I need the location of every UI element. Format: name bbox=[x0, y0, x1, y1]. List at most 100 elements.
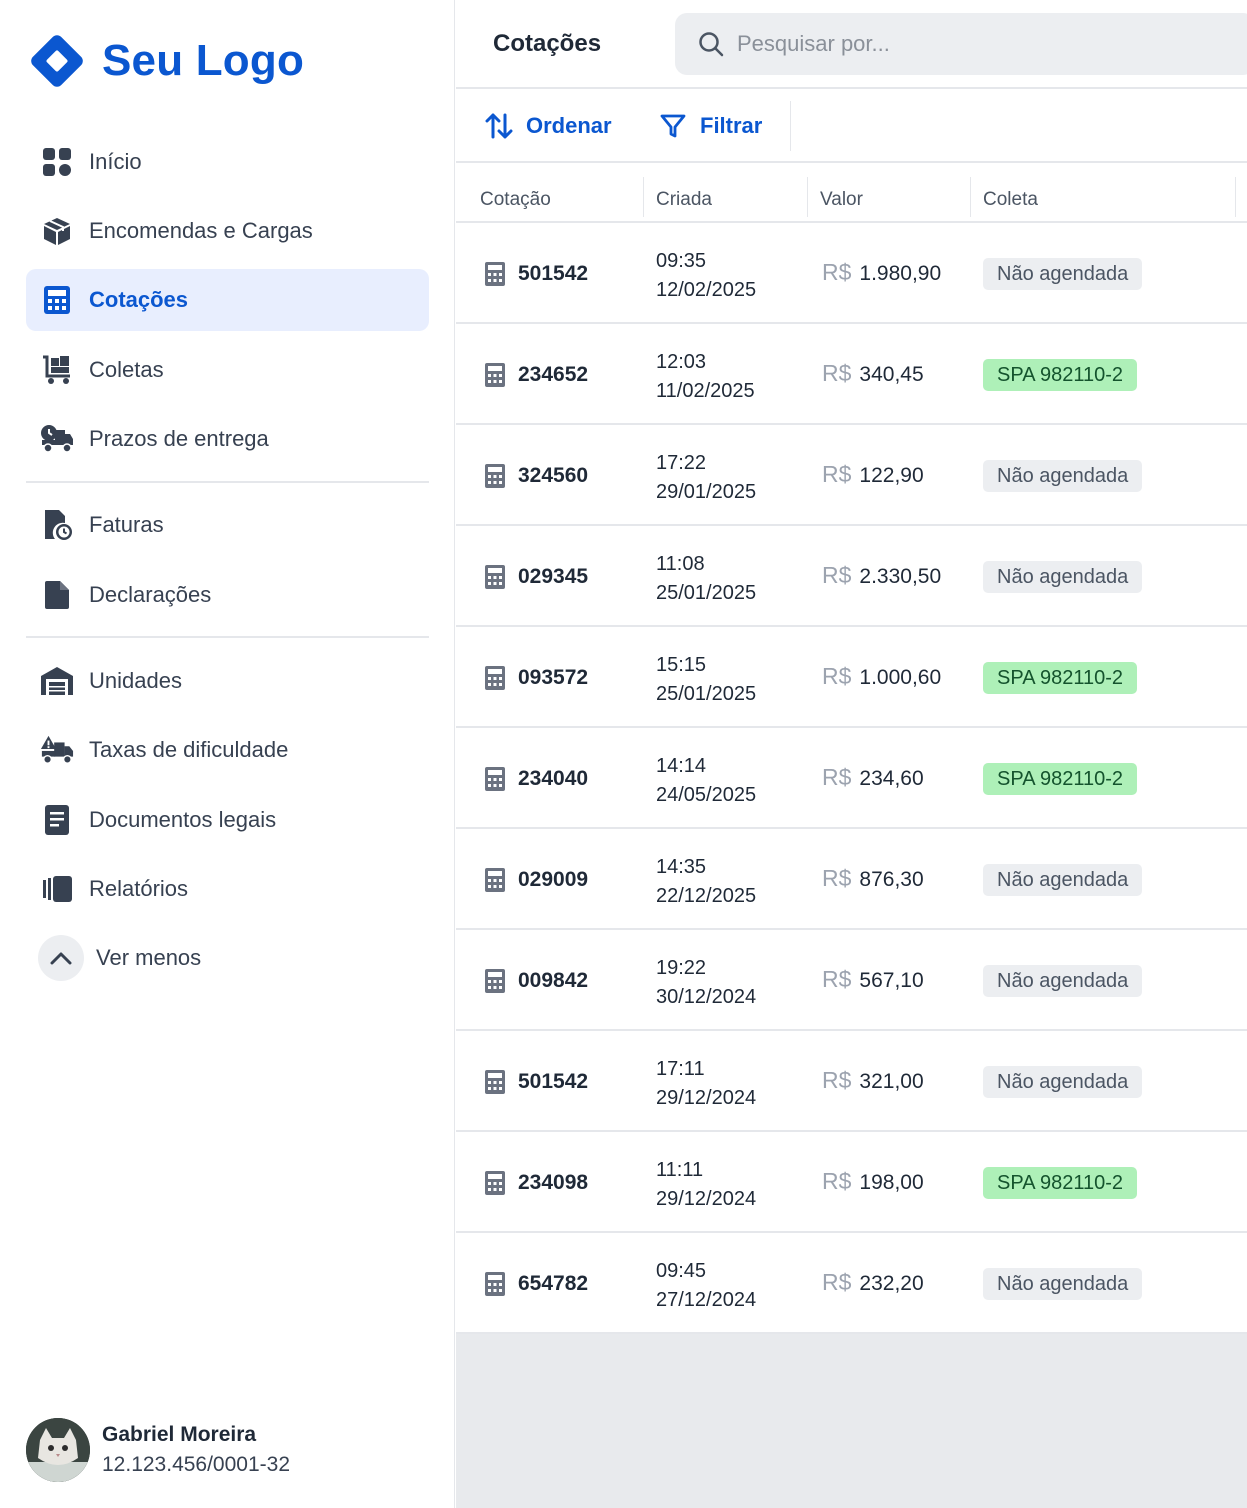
table-row[interactable]: 234040 14:14 24/05/2025 R$ 234,60 SPA 98… bbox=[456, 728, 1247, 829]
value-cell: R$ 1.000,60 bbox=[822, 663, 941, 690]
legal-document-icon bbox=[40, 803, 74, 837]
table-row[interactable]: 324560 17:22 29/01/2025 R$ 122,90 Não ag… bbox=[456, 425, 1247, 526]
quote-id-cell: 324560 bbox=[484, 463, 588, 489]
quote-id[interactable]: 654782 bbox=[518, 1272, 588, 1296]
value-cell: R$ 1.980,90 bbox=[822, 259, 941, 286]
quote-id-cell: 654782 bbox=[484, 1271, 588, 1297]
column-header-cotacao[interactable]: Cotação bbox=[480, 189, 551, 211]
quote-id[interactable]: 501542 bbox=[518, 1070, 588, 1094]
sidebar-item-declaracoes[interactable]: Declarações bbox=[26, 564, 429, 626]
sidebar-item-label: Coletas bbox=[89, 357, 164, 382]
user-profile[interactable]: Gabriel Moreira 12.123.456/0001-32 bbox=[26, 1418, 290, 1482]
sidebar-item-taxas[interactable]: Taxas de dificuldade bbox=[26, 719, 429, 781]
created-date: 25/01/2025 bbox=[656, 582, 757, 604]
sidebar-divider bbox=[26, 636, 429, 638]
value-cell: R$ 232,20 bbox=[822, 1269, 924, 1296]
logo[interactable]: Seu Logo bbox=[26, 30, 304, 92]
column-header-criada[interactable]: Criada bbox=[656, 189, 712, 211]
currency-symbol: R$ bbox=[822, 1067, 852, 1093]
search-input[interactable] bbox=[737, 31, 1217, 57]
sort-button[interactable]: Ordenar bbox=[484, 111, 612, 141]
user-document: 12.123.456/0001-32 bbox=[102, 1453, 291, 1476]
currency-symbol: R$ bbox=[822, 1269, 852, 1295]
table-row[interactable]: 501542 09:35 12/02/2025 R$ 1.980,90 Não … bbox=[456, 223, 1247, 324]
search-icon bbox=[699, 32, 724, 57]
calculator-icon bbox=[485, 969, 505, 993]
quote-id[interactable]: 234652 bbox=[518, 363, 588, 387]
sidebar-item-label: Taxas de dificuldade bbox=[89, 737, 289, 762]
quote-id[interactable]: 009842 bbox=[518, 969, 588, 993]
created-time: 12:03 bbox=[656, 351, 707, 373]
column-header-valor[interactable]: Valor bbox=[820, 189, 863, 211]
value-amount: 1.000,60 bbox=[859, 666, 942, 689]
value-amount: 567,10 bbox=[859, 969, 924, 992]
sidebar-item-prazos[interactable]: Prazos de entrega bbox=[26, 408, 429, 470]
table-row[interactable]: 654782 09:45 27/12/2024 R$ 232,20 Não ag… bbox=[456, 1233, 1247, 1334]
ver-menos-label: Ver menos bbox=[96, 945, 202, 970]
table-row[interactable]: 029009 14:35 22/12/2025 R$ 876,30 Não ag… bbox=[456, 829, 1247, 930]
table-row[interactable]: 234652 12:03 11/02/2025 R$ 340,45 SPA 98… bbox=[456, 324, 1247, 425]
calculator-icon bbox=[485, 565, 505, 589]
sidebar-item-unidades[interactable]: Unidades bbox=[26, 650, 429, 712]
sidebar-item-cotacoes[interactable]: Cotações bbox=[26, 269, 429, 331]
avatar bbox=[26, 1418, 90, 1482]
table-row[interactable]: 234098 11:11 29/12/2024 R$ 198,00 SPA 98… bbox=[456, 1132, 1247, 1233]
status-badge: Não agendada bbox=[983, 864, 1143, 896]
sidebar-item-label: Encomendas e Cargas bbox=[89, 218, 313, 243]
status-badge: Não agendada bbox=[983, 460, 1143, 492]
created-date: 30/12/2024 bbox=[656, 986, 757, 1008]
quote-id-cell: 234040 bbox=[484, 766, 588, 792]
sidebar-divider bbox=[26, 481, 429, 483]
table-row[interactable]: 093572 15:15 25/01/2025 R$ 1.000,60 SPA … bbox=[456, 627, 1247, 728]
chevron-up-icon bbox=[38, 935, 84, 981]
created-date: 12/02/2025 bbox=[656, 279, 757, 301]
currency-symbol: R$ bbox=[822, 865, 852, 891]
status-badge: SPA 982110-2 bbox=[983, 662, 1138, 694]
currency-symbol: R$ bbox=[822, 764, 852, 790]
created-cell: 11:08 25/01/2025 bbox=[656, 550, 756, 608]
calculator-icon bbox=[485, 666, 505, 690]
sidebar-item-encomendas[interactable]: Encomendas e Cargas bbox=[26, 200, 429, 262]
table-row[interactable]: 501542 17:11 29/12/2024 R$ 321,00 Não ag… bbox=[456, 1031, 1247, 1132]
calculator-icon bbox=[485, 1272, 505, 1296]
table-row[interactable]: 029345 11:08 25/01/2025 R$ 2.330,50 Não … bbox=[456, 526, 1247, 627]
quote-id[interactable]: 093572 bbox=[518, 666, 588, 690]
quote-id[interactable]: 029345 bbox=[518, 565, 588, 589]
created-time: 11:08 bbox=[656, 553, 705, 575]
value-cell: R$ 340,45 bbox=[822, 360, 924, 387]
quote-id[interactable]: 029009 bbox=[518, 868, 588, 892]
topbar: Cotações bbox=[456, 0, 1247, 89]
sidebar-item-faturas[interactable]: Faturas bbox=[26, 494, 429, 556]
ver-menos-button[interactable]: Ver menos bbox=[38, 935, 201, 981]
created-date: 27/12/2024 bbox=[656, 1289, 757, 1311]
sidebar-item-inicio[interactable]: Início bbox=[26, 131, 429, 193]
quote-id[interactable]: 234098 bbox=[518, 1171, 588, 1195]
sidebar-item-relatorios[interactable]: Relatórios bbox=[26, 858, 429, 920]
quote-id[interactable]: 324560 bbox=[518, 464, 588, 488]
created-cell: 12:03 11/02/2025 bbox=[656, 348, 755, 406]
status-badge: Não agendada bbox=[983, 1268, 1143, 1300]
value-amount: 234,60 bbox=[859, 767, 924, 790]
sidebar-item-coletas[interactable]: Coletas bbox=[26, 339, 429, 401]
quote-id[interactable]: 501542 bbox=[518, 262, 588, 286]
table-row[interactable]: 009842 19:22 30/12/2024 R$ 567,10 Não ag… bbox=[456, 930, 1247, 1031]
quote-id[interactable]: 234040 bbox=[518, 767, 588, 791]
status-badge: SPA 982110-2 bbox=[983, 359, 1138, 391]
column-header-coleta[interactable]: Coleta bbox=[983, 189, 1038, 211]
logo-text: Seu Logo bbox=[102, 36, 305, 85]
table-header: Cotação Criada Valor Coleta bbox=[456, 163, 1247, 223]
calculator-icon bbox=[485, 868, 505, 892]
created-cell: 14:35 22/12/2025 bbox=[656, 853, 756, 911]
search-box[interactable] bbox=[675, 13, 1247, 75]
quote-id-cell: 093572 bbox=[484, 665, 588, 691]
value-amount: 198,00 bbox=[859, 1171, 924, 1194]
sidebar-item-documentos-legais[interactable]: Documentos legais bbox=[26, 789, 429, 851]
value-cell: R$ 234,60 bbox=[822, 764, 924, 791]
value-cell: R$ 198,00 bbox=[822, 1168, 924, 1195]
calculator-icon bbox=[485, 262, 505, 286]
created-date: 29/12/2024 bbox=[656, 1087, 757, 1109]
quote-id-cell: 234098 bbox=[484, 1170, 588, 1196]
diamond-logo-icon bbox=[31, 35, 83, 87]
filter-button[interactable]: Filtrar bbox=[658, 111, 762, 141]
created-time: 14:14 bbox=[656, 755, 707, 777]
